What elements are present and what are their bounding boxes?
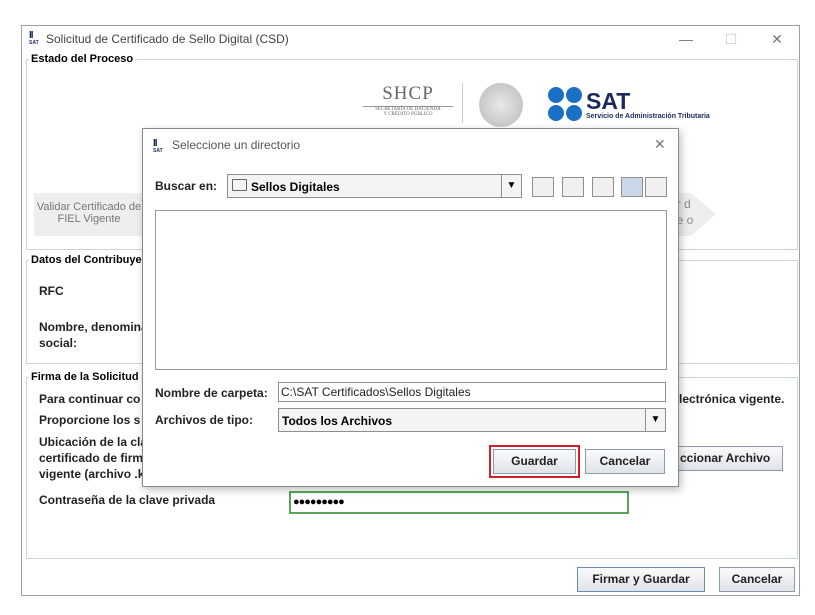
minimize-icon[interactable]: — [671,30,701,48]
dialog-close-icon[interactable]: ✕ [654,136,666,153]
look-in-value: Sellos Digitales [251,180,340,194]
window-title: Solicitud de Certificado de Sello Digita… [46,32,289,46]
shcp-logo: SHCP SECRETARÍA DE HACIENDA Y CRÉDITO PÚ… [363,83,453,117]
up-folder-icon[interactable] [532,177,554,197]
directory-list[interactable] [155,210,667,370]
directory-dialog: II SAT Seleccione un directorio ✕ Buscar … [142,128,679,487]
sat-app-icon: II SAT [29,30,39,46]
sat-wordmark: SAT [586,88,631,114]
select-file-button[interactable]: ccionar Archivo [675,446,783,471]
national-seal-icon [479,83,523,127]
dialog-sat-icon: II SAT [153,138,163,154]
sat-circles-icon [548,87,582,121]
key-location-label: Ubicación de la cla certificado de firm … [39,435,148,481]
details-view-icon[interactable] [645,177,667,197]
provide-text: Proporcione los s [39,413,141,427]
process-status-title: Estado del Proceso [29,53,136,65]
look-in-combo[interactable]: Sellos Digitales ▼ [227,174,522,198]
step-validate-fiel: Validar Certificado de FIEL Vigente [34,193,144,236]
taxpayer-title: Datos del Contribuye [29,254,144,266]
continue-text-right: lectrónica vigente. [679,392,785,406]
chevron-down-icon[interactable]: ▼ [645,409,665,431]
rfc-label: RFC [39,284,64,298]
new-folder-icon[interactable] [592,177,614,197]
signature-title: Firma de la Solicitud [29,371,141,383]
continue-text: Para continuar co [39,392,141,406]
sat-tagline: Servicio de Administración Tributaria [586,113,710,120]
logo-divider [462,83,463,123]
save-button[interactable]: Guardar [493,449,576,474]
name-label: Nombre, denomina social: [39,320,148,350]
home-icon[interactable] [562,177,584,197]
folder-name-label: Nombre de carpeta: [155,386,268,400]
file-type-label: Archivos de tipo: [155,413,254,427]
title-bar: II SAT Solicitud de Certificado de Sello … [22,26,799,52]
password-label: Contraseña de la clave privada [39,493,216,507]
sat-logo: SAT Servicio de Administración Tributari… [547,86,710,125]
folder-icon [232,179,247,191]
close-icon[interactable]: ✕ [762,30,792,48]
maximize-icon[interactable]: ☐ [716,30,746,48]
file-type-combo[interactable]: Todos los Archivos ▼ [278,408,666,432]
chevron-down-icon[interactable]: ▼ [501,175,521,197]
dialog-title: Seleccione un directorio [172,138,301,152]
footer-cancel-button[interactable]: Cancelar [719,567,795,592]
password-field[interactable]: ●●●●●●●●● [289,491,629,514]
sign-and-save-button[interactable]: Firmar y Guardar [577,567,705,592]
file-type-value: Todos los Archivos [282,414,393,428]
look-in-label: Buscar en: [155,179,218,193]
list-view-icon[interactable] [621,177,643,197]
dialog-cancel-button[interactable]: Cancelar [585,449,665,474]
folder-name-input[interactable]: C:\SAT Certificados\Sellos Digitales [278,382,666,402]
